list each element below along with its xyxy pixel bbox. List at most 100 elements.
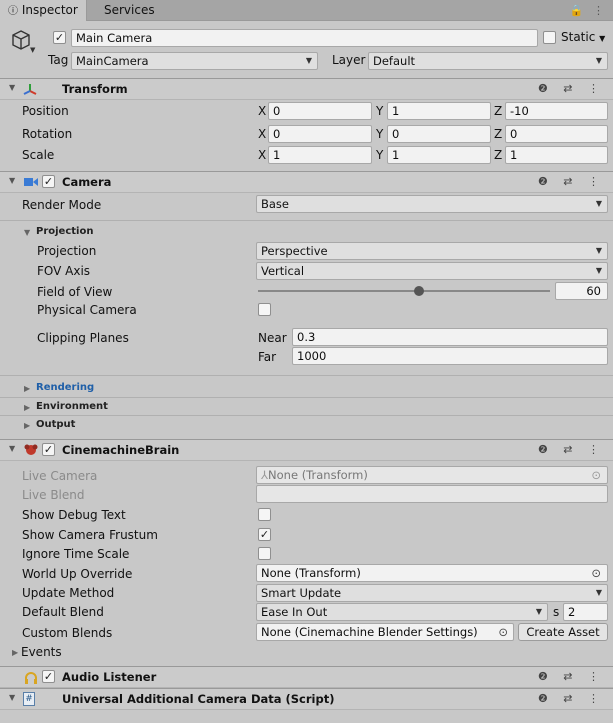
position-label: Position xyxy=(22,104,69,118)
audio-listener-header-tools[interactable]: ❷ ⇄ ⋮ xyxy=(538,670,605,683)
camera-icon xyxy=(24,177,38,190)
axis-x-label: X xyxy=(258,104,267,118)
environment-foldout-icon[interactable]: ▶ xyxy=(24,403,30,412)
static-checkbox[interactable] xyxy=(543,31,556,44)
default-blend-seconds-input[interactable]: 2 xyxy=(563,603,608,621)
scale-y-input[interactable]: 1 xyxy=(387,146,491,164)
transform-header[interactable]: ▼ Transform ❷ ⇄ ⋮ xyxy=(0,78,613,100)
custom-blends-label: Custom Blends xyxy=(22,626,113,640)
projection-value: Perspective xyxy=(261,244,328,258)
gameobject-active-checkbox[interactable]: ✓ xyxy=(53,31,66,44)
foldout-arrow-icon[interactable]: ▼ xyxy=(9,693,15,702)
custom-blends-field[interactable]: None (Cinemachine Blender Settings) ⊙ xyxy=(256,623,514,641)
tag-value: MainCamera xyxy=(76,54,149,68)
clipping-planes-label: Clipping Planes xyxy=(37,331,129,345)
position-z-input[interactable]: -10 xyxy=(505,102,608,120)
projection-dropdown[interactable]: Perspective ▼ xyxy=(256,242,608,260)
audio-listener-header[interactable]: ✓ Audio Listener ❷ ⇄ ⋮ xyxy=(0,666,613,688)
update-method-dropdown[interactable]: Smart Update ▼ xyxy=(256,584,608,602)
cinemachine-brain-header-tools[interactable]: ❷ ⇄ ⋮ xyxy=(538,443,605,456)
chevron-down-icon: ▼ xyxy=(595,588,602,597)
output-section-label[interactable]: Output xyxy=(36,419,75,430)
tab-bar-tools[interactable]: 🔒 ⋮ xyxy=(570,0,607,21)
axis-z-label: Z xyxy=(494,127,503,141)
foldout-arrow-icon[interactable]: ▼ xyxy=(9,176,15,185)
position-y-input[interactable]: 1 xyxy=(387,102,491,120)
gameobject-icon-dropdown[interactable]: ▼ xyxy=(30,46,35,54)
scale-x-input[interactable]: 1 xyxy=(268,146,372,164)
rendering-foldout-icon[interactable]: ▶ xyxy=(24,384,30,393)
position-x-input[interactable]: 0 xyxy=(268,102,372,120)
live-blend-field xyxy=(256,485,608,503)
projection-section-label[interactable]: Projection xyxy=(36,226,93,237)
rotation-x-input[interactable]: 0 xyxy=(268,125,372,143)
camera-header[interactable]: ▼ ✓ Camera ❷ ⇄ ⋮ xyxy=(0,171,613,193)
camera-header-tools[interactable]: ❷ ⇄ ⋮ xyxy=(538,175,605,188)
events-foldout-icon[interactable]: ▶ xyxy=(12,648,18,657)
axis-z-label: Z xyxy=(494,148,503,162)
layer-dropdown[interactable]: Default ▼ xyxy=(368,52,608,70)
transform-icon xyxy=(22,82,38,99)
show-debug-text-checkbox[interactable] xyxy=(258,508,271,521)
urp-camera-data-header[interactable]: ▼ # Universal Additional Camera Data (Sc… xyxy=(0,688,613,710)
transform-small-icon: ⅄ xyxy=(261,468,269,482)
projection-foldout-icon[interactable]: ▼ xyxy=(24,228,30,237)
environment-section-label[interactable]: Environment xyxy=(36,401,108,412)
axis-y-label: Y xyxy=(376,104,384,118)
show-camera-frustum-checkbox[interactable]: ✓ xyxy=(258,528,271,541)
cinemachine-brain-header[interactable]: ▼ ✓ CinemachineBrain ❷ ⇄ ⋮ xyxy=(0,439,613,461)
chevron-down-icon: ▼ xyxy=(595,56,602,65)
create-asset-button[interactable]: Create Asset xyxy=(518,623,608,641)
tab-inspector[interactable]: ⓘ Inspector xyxy=(0,0,87,21)
scale-z-input[interactable]: 1 xyxy=(505,146,608,164)
rotation-z-input[interactable]: 0 xyxy=(505,125,608,143)
live-camera-field: ⅄None (Transform) ⊙ xyxy=(256,466,608,484)
gameobject-name-input[interactable]: Main Camera xyxy=(71,29,538,47)
foldout-arrow-icon[interactable]: ▼ xyxy=(9,83,15,92)
fov-slider-handle[interactable] xyxy=(413,286,424,296)
gameobject-cube-icon xyxy=(10,29,32,54)
cinemachine-brain-enabled-checkbox[interactable]: ✓ xyxy=(42,443,55,456)
fov-value-input[interactable]: 60 xyxy=(555,282,608,300)
urp-camera-data-header-tools[interactable]: ❷ ⇄ ⋮ xyxy=(538,692,605,705)
near-input[interactable]: 0.3 xyxy=(292,328,608,346)
foldout-arrow-icon[interactable]: ▼ xyxy=(9,444,15,453)
camera-enabled-checkbox[interactable]: ✓ xyxy=(42,175,55,188)
events-section-label[interactable]: Events xyxy=(21,645,62,659)
render-mode-label: Render Mode xyxy=(22,198,102,212)
object-picker-icon[interactable]: ⊙ xyxy=(498,624,508,640)
rotation-y-input[interactable]: 0 xyxy=(387,125,491,143)
tab-services[interactable]: Services xyxy=(96,0,163,21)
render-mode-dropdown[interactable]: Base ▼ xyxy=(256,195,608,213)
script-icon: # xyxy=(23,692,35,706)
ignore-time-scale-checkbox[interactable] xyxy=(258,547,271,560)
default-blend-label: Default Blend xyxy=(22,605,104,619)
divider xyxy=(0,220,613,221)
world-up-override-label: World Up Override xyxy=(22,567,133,581)
world-up-override-value: None (Transform) xyxy=(261,566,361,580)
divider xyxy=(0,415,613,416)
live-camera-value: None (Transform) xyxy=(268,468,368,482)
far-input[interactable]: 1000 xyxy=(292,347,608,365)
physical-camera-checkbox[interactable] xyxy=(258,303,271,316)
world-up-override-field[interactable]: None (Transform) ⊙ xyxy=(256,564,608,582)
chevron-down-icon: ▼ xyxy=(595,246,602,255)
physical-camera-label: Physical Camera xyxy=(37,303,137,317)
static-dropdown[interactable]: Static ▼ xyxy=(561,30,605,44)
urp-camera-data-title: Universal Additional Camera Data (Script… xyxy=(62,692,335,706)
fov-axis-dropdown[interactable]: Vertical ▼ xyxy=(256,262,608,280)
live-camera-label: Live Camera xyxy=(22,469,98,483)
cinemachine-brain-icon xyxy=(23,443,39,460)
update-method-value: Smart Update xyxy=(261,586,342,600)
custom-blends-value: None (Cinemachine Blender Settings) xyxy=(261,625,478,639)
object-picker-icon[interactable]: ⊙ xyxy=(591,565,601,581)
tag-dropdown[interactable]: MainCamera ▼ xyxy=(71,52,318,70)
cinemachine-brain-title: CinemachineBrain xyxy=(62,443,180,457)
transform-header-tools[interactable]: ❷ ⇄ ⋮ xyxy=(538,82,605,95)
output-foldout-icon[interactable]: ▶ xyxy=(24,421,30,430)
show-debug-text-label: Show Debug Text xyxy=(22,508,126,522)
rendering-section-label[interactable]: Rendering xyxy=(36,382,94,393)
default-blend-dropdown[interactable]: Ease In Out ▼ xyxy=(256,603,548,621)
fov-slider-track[interactable] xyxy=(258,290,550,292)
audio-listener-enabled-checkbox[interactable]: ✓ xyxy=(42,670,55,683)
